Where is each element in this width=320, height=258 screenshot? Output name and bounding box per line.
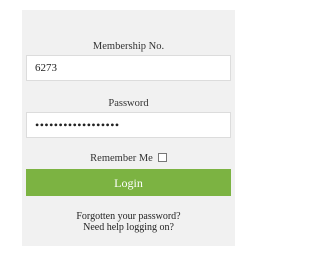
remember-me-checkbox[interactable] <box>157 153 167 163</box>
password-label: Password <box>108 98 149 109</box>
password-input[interactable] <box>26 112 231 138</box>
login-button[interactable]: Login <box>26 169 231 196</box>
forgot-password-link[interactable]: Forgotten your password? <box>22 211 235 222</box>
need-help-link[interactable]: Need help logging on? <box>22 222 235 233</box>
membership-number-input[interactable] <box>26 55 231 81</box>
remember-me-row: Remember Me <box>22 153 235 165</box>
login-panel: Membership No. Password Remember Me Logi… <box>22 10 235 246</box>
membership-label: Membership No. <box>92 41 165 52</box>
remember-me-label: Remember Me <box>90 153 153 164</box>
